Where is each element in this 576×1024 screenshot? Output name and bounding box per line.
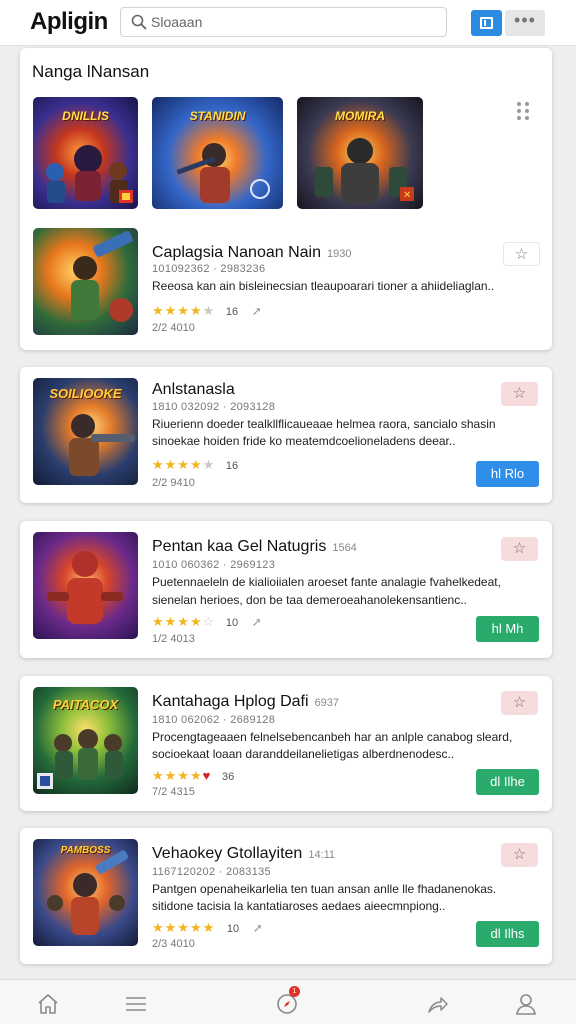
featured-thumb-3[interactable]: MOMIRA ✕ [297, 97, 423, 209]
list-item: PAITACOX Kantahaga Hplog Dafi 6937 1810 0… [20, 676, 552, 811]
star-icon: ☆ [512, 694, 527, 711]
rating-stars: ★★★★ [152, 768, 203, 783]
item-subline: 1810 062062 · 2689128 [152, 714, 276, 726]
list-item: SOILIOOKE Anlstanasla 1810 032092 · 2093… [20, 367, 552, 503]
item-description-2: socioekaat loaan daranddeilanelietigas a… [152, 747, 455, 761]
item-title[interactable]: Pentan kaa Gel Natugris 1564 [152, 538, 357, 556]
more-options-button[interactable]: ••• [505, 10, 545, 36]
install-button[interactable]: hl Rlo [476, 461, 539, 487]
rating-row: ★★★★♥ 36 [152, 768, 234, 784]
drag-handle-icon[interactable] [517, 102, 533, 122]
rating-row: ★★★★★ 16 [152, 457, 239, 472]
item-subline: 1810 032092 · 2093128 [152, 401, 276, 413]
search-box[interactable] [120, 7, 447, 37]
item-date: 2/3 4010 [152, 938, 195, 950]
favorite-button[interactable]: ☆ [503, 242, 540, 266]
share-icon[interactable]: ➚ [252, 304, 262, 318]
item-meta: 1930 [327, 248, 352, 260]
star-icon: ☆ [512, 846, 527, 863]
notification-badge: 1 [289, 986, 300, 997]
install-button[interactable]: dl Ilhe [476, 769, 539, 795]
profile-icon[interactable] [514, 992, 538, 1016]
item-thumbnail[interactable] [33, 532, 138, 639]
game-art [47, 850, 129, 935]
heart-icon: ♥ [202, 768, 211, 783]
game-art [69, 414, 135, 476]
app-title: Apligin [30, 8, 108, 35]
game-art [71, 231, 133, 322]
item-date: 7/2 4315 [152, 786, 195, 798]
item-meta: 14:11 [308, 849, 336, 861]
item-date: 2/2 9410 [152, 477, 195, 489]
item-description: Reeosa kan ain bisleinecsian tleaupoarar… [152, 279, 495, 293]
game-art [176, 143, 270, 203]
item-title[interactable]: Vehaokey Gtollayiten 14:11 [152, 845, 335, 863]
favorite-button[interactable]: ☆ [501, 691, 538, 715]
home-icon[interactable] [36, 992, 60, 1016]
featured-section: Nanga lNansan DNILLIS STANIDIN MOMIRA ✕ [20, 48, 552, 350]
favorite-button[interactable]: ☆ [501, 537, 538, 561]
share-icon[interactable] [425, 992, 449, 1016]
rating-row: ★★★★★ 10 ➚ [152, 920, 263, 936]
grid-view-icon [480, 17, 493, 29]
search-icon [131, 14, 147, 30]
rating-stars: ★★★★ [152, 614, 203, 629]
rating-count: 10 [225, 617, 239, 629]
search-input[interactable] [151, 11, 431, 33]
featured-thumb-1[interactable]: DNILLIS [33, 97, 138, 209]
item-description-2: sinoekae hoiden fride ko meatemdcoelione… [152, 434, 456, 448]
install-button[interactable]: dl Ilhs [476, 921, 539, 947]
item-subline: 1010 060362 · 2969123 [152, 559, 276, 571]
top-bar: Apligin ••• [0, 0, 576, 46]
rating-stars: ★★★★★ [152, 920, 216, 935]
game-art [46, 145, 133, 203]
item-thumbnail[interactable]: SOILIOOKE [33, 378, 138, 485]
item-thumbnail[interactable]: PAITACOX [33, 687, 138, 794]
menu-icon[interactable] [124, 992, 148, 1016]
rating-row: ★★★★☆ 10 ➚ [152, 614, 262, 629]
rating-stars: ★★★★ [152, 303, 203, 318]
section-title: Nanga lNansan [32, 62, 150, 81]
install-button[interactable]: hl Mh [476, 616, 539, 642]
rating-count: 16 [225, 306, 239, 318]
game-art [37, 729, 123, 789]
item-description-2: sienelan herioes, don be taa demeroeahan… [152, 593, 467, 607]
item-description: Puetennaeleln de kialioiialen aroeset fa… [152, 575, 501, 589]
rating-stars: ★★★★ [152, 457, 203, 472]
bottom-navigation: 1 [0, 979, 576, 1024]
game-art: ✕ [315, 138, 414, 203]
grid-view-button[interactable] [471, 10, 502, 36]
star-icon: ☆ [512, 540, 527, 557]
game-art [47, 551, 123, 624]
rating-count: 16 [225, 460, 239, 472]
item-meta: 6937 [314, 697, 340, 709]
item-thumbnail[interactable]: PAMBOSS [33, 839, 138, 946]
favorite-button[interactable]: ☆ [501, 382, 538, 406]
list-item: Pentan kaa Gel Natugris 1564 1010 060362 … [20, 521, 552, 658]
item-thumbnail[interactable] [33, 228, 138, 335]
rating-count: 10 [226, 923, 240, 935]
item-subline: 101092362 · 2983236 [152, 263, 266, 275]
list-item: PAMBOSS Vehaokey Gtollayiten 14:11 116712… [20, 828, 552, 964]
share-icon[interactable]: ➚ [252, 615, 262, 629]
item-date: 1/2 4013 [152, 633, 195, 645]
star-icon: ☆ [512, 385, 527, 402]
share-icon[interactable]: ➚ [253, 921, 263, 935]
rating-row: ★★★★★ 16 ➚ [152, 303, 262, 318]
item-title[interactable]: Kantahaga Hplog Dafi 6937 [152, 693, 339, 711]
item-meta: 1564 [332, 542, 357, 554]
compass-nav[interactable]: 1 [275, 986, 300, 1016]
item-title[interactable]: Caplagsia Nanoan Nain 1930 [152, 244, 351, 262]
svg-text:✕: ✕ [403, 190, 411, 201]
rating-count: 36 [221, 771, 235, 783]
item-title[interactable]: Anlstanasla [152, 381, 235, 399]
star-icon: ☆ [514, 246, 529, 263]
item-description-2: sitidone tacisia la kantatiaroses aedaes… [152, 899, 446, 913]
item-date: 2/2 4010 [152, 322, 195, 334]
featured-thumb-2[interactable]: STANIDIN [152, 97, 283, 209]
item-subline: 1167120202 · 2083135 [152, 866, 271, 878]
favorite-button[interactable]: ☆ [501, 843, 538, 867]
